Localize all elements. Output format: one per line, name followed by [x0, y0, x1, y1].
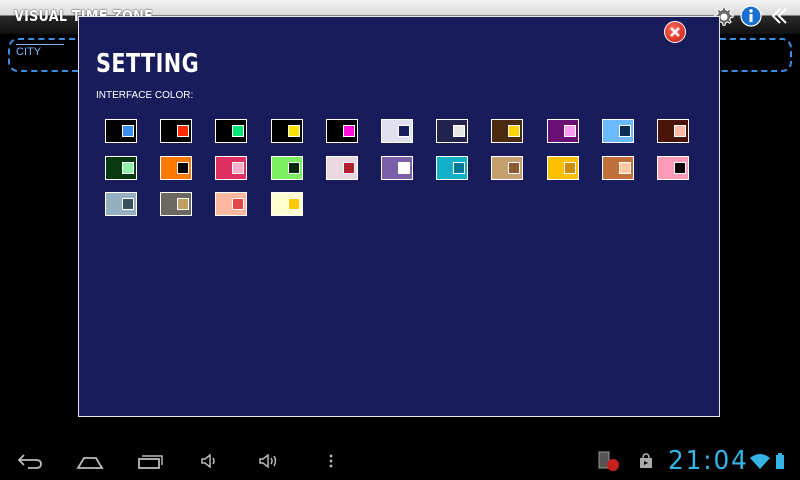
top-icons [712, 5, 790, 27]
color-swatch[interactable] [546, 155, 579, 180]
color-swatch[interactable] [381, 119, 413, 143]
color-swatch-inner [122, 198, 134, 210]
volume-up-icon[interactable] [255, 450, 285, 472]
color-swatch-inner [563, 125, 576, 137]
color-swatch-inner [453, 161, 466, 174]
color-swatch[interactable] [270, 192, 303, 216]
color-swatch[interactable] [270, 119, 303, 143]
color-swatch[interactable] [270, 155, 303, 180]
dialog-title: SETTING [96, 49, 200, 79]
color-swatch[interactable] [601, 155, 634, 180]
color-swatch-inner [398, 125, 410, 137]
color-swatch[interactable] [215, 119, 248, 143]
volume-down-icon[interactable] [195, 450, 225, 472]
color-swatch-inner [508, 161, 521, 174]
color-swatch[interactable] [491, 119, 524, 143]
color-swatch[interactable] [325, 155, 358, 180]
color-swatch[interactable] [436, 155, 469, 180]
chevron-left-icon[interactable] [768, 5, 790, 27]
color-swatch-inner [508, 125, 521, 137]
color-swatch-inner [287, 161, 300, 174]
color-swatch-inner [122, 125, 134, 137]
color-swatch[interactable] [105, 192, 137, 216]
color-swatch[interactable] [436, 119, 469, 143]
color-swatch[interactable] [160, 192, 193, 216]
color-swatch-inner [342, 125, 355, 137]
color-swatch-inner [674, 125, 686, 137]
color-swatch-inner [287, 198, 300, 210]
color-swatch-inner [177, 198, 190, 210]
color-swatch-inner [232, 198, 245, 210]
more-options-icon[interactable] [316, 450, 346, 472]
color-swatch[interactable] [381, 155, 413, 180]
color-swatch[interactable] [491, 155, 524, 180]
color-swatch-inner [674, 161, 686, 174]
city-input[interactable]: CITY [8, 38, 78, 72]
color-swatch-inner [453, 125, 466, 137]
color-swatch[interactable] [546, 119, 579, 143]
status-clock: 21:04 [668, 446, 749, 476]
color-swatch[interactable] [160, 119, 193, 143]
color-swatch-inner [618, 125, 631, 137]
color-swatch-inner [287, 125, 300, 137]
battery-icon [770, 450, 790, 472]
color-swatch-inner [618, 161, 631, 174]
color-swatch-inner [177, 125, 190, 137]
settings-dialog: SETTING INTERFACE COLOR: [78, 16, 720, 417]
close-button[interactable] [664, 21, 686, 43]
color-swatch[interactable] [215, 155, 248, 180]
shopping-bag-icon[interactable] [631, 450, 661, 472]
color-swatch[interactable] [657, 119, 689, 143]
city-input-value: CITY [16, 44, 64, 58]
wifi-icon [748, 450, 772, 472]
color-swatch[interactable] [105, 155, 137, 180]
app-notification-icon[interactable] [594, 450, 624, 472]
color-swatch-inner [563, 161, 576, 174]
color-swatch[interactable] [160, 155, 193, 180]
color-swatch[interactable] [657, 155, 689, 180]
interface-color-label: INTERFACE COLOR: [96, 90, 194, 101]
color-swatch-inner [177, 161, 190, 174]
color-swatch-inner [398, 161, 410, 174]
color-swatch-inner [232, 125, 245, 137]
color-swatch[interactable] [601, 119, 634, 143]
color-swatch[interactable] [325, 119, 358, 143]
recent-apps-icon[interactable] [135, 450, 165, 472]
back-icon[interactable] [15, 450, 45, 472]
close-icon [670, 27, 680, 37]
color-swatch-inner [342, 161, 355, 174]
color-swatch-inner [232, 161, 245, 174]
color-swatch[interactable] [105, 119, 137, 143]
color-swatch-inner [122, 161, 134, 174]
home-icon[interactable] [75, 450, 105, 472]
info-icon[interactable] [740, 5, 762, 27]
color-swatch[interactable] [215, 192, 248, 216]
search-input-right-edge[interactable] [720, 38, 792, 72]
